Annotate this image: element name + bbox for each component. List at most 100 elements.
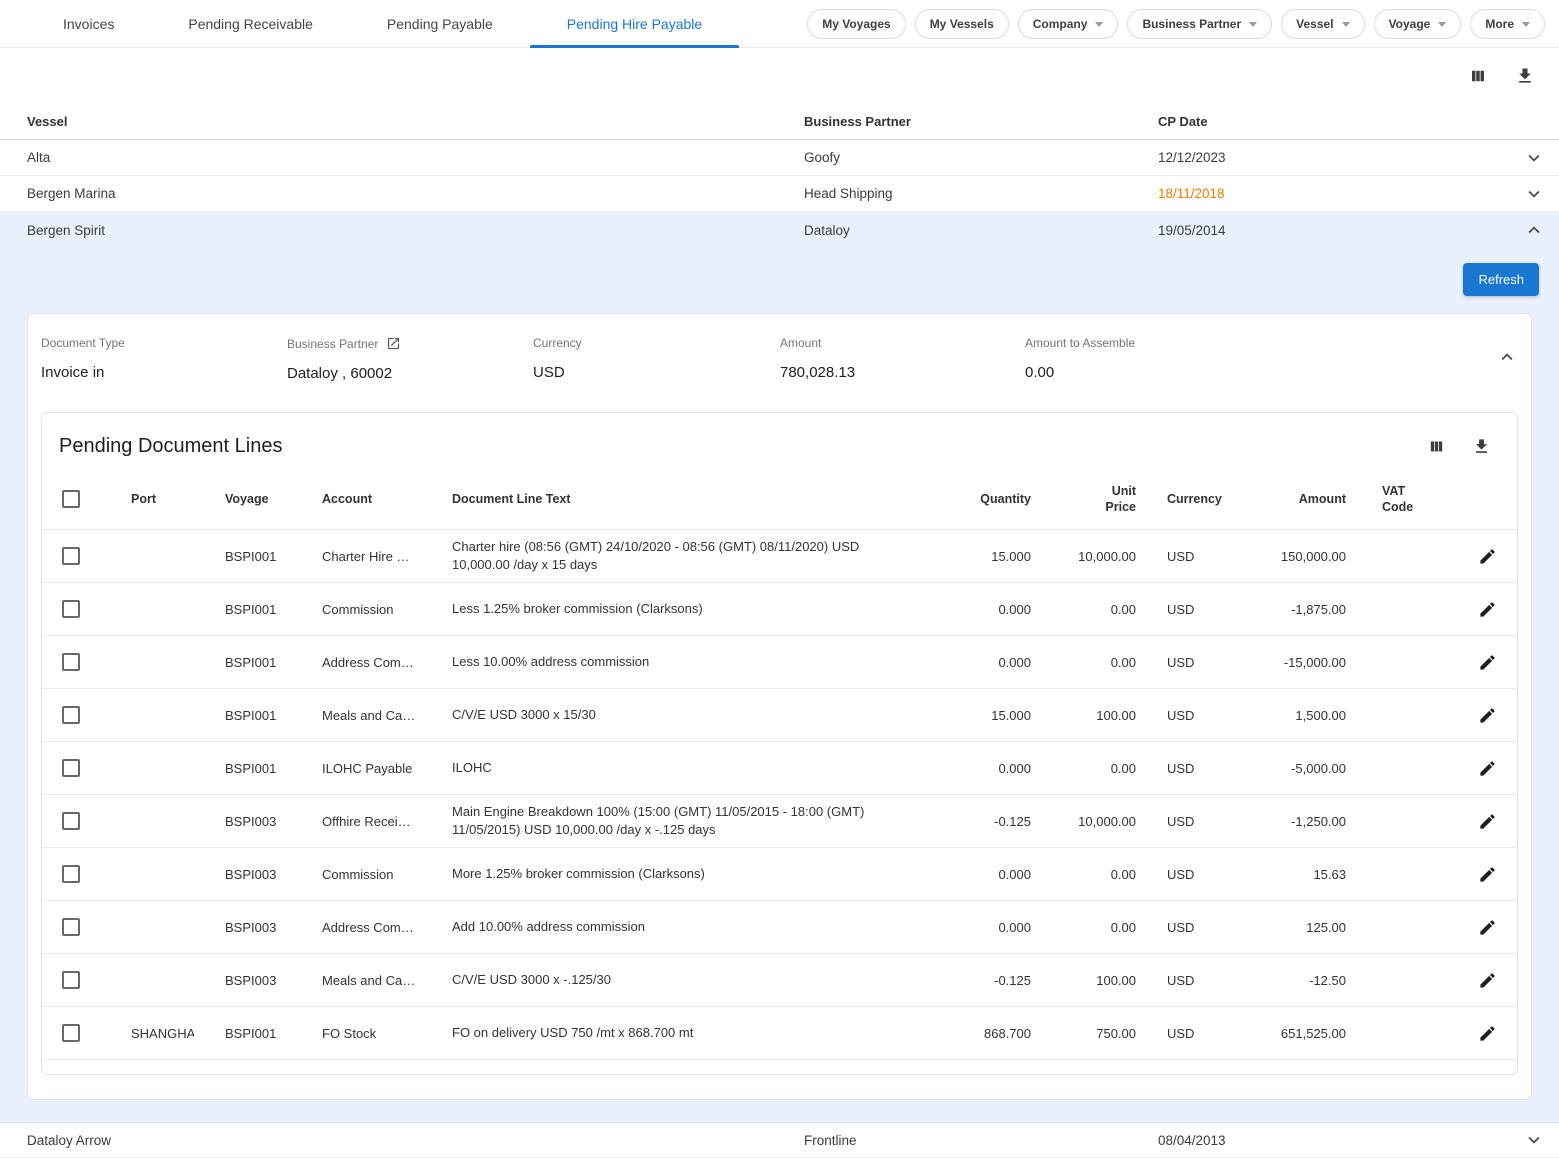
pending-lines-header: Pending Document Lines	[42, 413, 1517, 468]
pending-line-row: BSPI001 Charter Hire … Charter hire (08:…	[42, 530, 1517, 583]
edit-icon[interactable]	[1478, 971, 1497, 990]
business-partner-name: Head Shipping	[804, 186, 1158, 201]
pending-lines-body: BSPI001 Charter Hire … Charter hire (08:…	[42, 530, 1517, 1060]
unit-price-cell: 10,000.00	[1031, 549, 1136, 564]
account-cell: Meals and Cab…	[291, 973, 421, 988]
pending-line-row: BSPI003 Address Commi… Add 10.00% addres…	[42, 901, 1517, 954]
chevron-down-icon[interactable]	[1523, 1129, 1545, 1151]
row-checkbox[interactable]	[62, 812, 80, 830]
document-line-text-cell: FO on delivery USD 750 /mt x 868.700 mt	[421, 1024, 891, 1042]
port-cell: SHANGHAI	[100, 1026, 194, 1041]
chevron-down-icon	[1438, 22, 1446, 27]
cp-date: 19/05/2014	[1158, 223, 1507, 238]
select-all-checkbox[interactable]	[62, 490, 80, 508]
currency-cell: USD	[1136, 867, 1246, 882]
row-checkbox[interactable]	[62, 1024, 80, 1042]
amount-to-assemble-value: 0.00	[1025, 364, 1488, 381]
unit-price-cell: 10,000.00	[1031, 814, 1136, 829]
open-in-new-icon[interactable]	[386, 336, 401, 351]
filter-company[interactable]: Company	[1018, 9, 1119, 39]
tab-pending-receivable[interactable]: Pending Receivable	[151, 0, 350, 47]
document-line-text-cell: C/V/E USD 3000 x 15/30	[421, 706, 891, 724]
filter-my-vessels[interactable]: My Vessels	[915, 9, 1009, 39]
filter-vessel[interactable]: Vessel	[1281, 9, 1364, 39]
filter-voyage[interactable]: Voyage	[1374, 9, 1462, 39]
unit-price-cell: 0.00	[1031, 761, 1136, 776]
filter-more[interactable]: More	[1470, 9, 1545, 39]
document-line-text-cell: Add 10.00% address commission	[421, 918, 891, 936]
vessel-name: Dataloy Arrow	[27, 1133, 804, 1148]
quantity-cell: 0.000	[891, 655, 1031, 670]
filter-label: More	[1485, 17, 1514, 31]
row-checkbox[interactable]	[62, 759, 80, 777]
edit-icon[interactable]	[1478, 918, 1497, 937]
edit-icon[interactable]	[1478, 706, 1497, 725]
vessel-row-alta[interactable]: Alta Goofy 12/12/2023	[0, 140, 1559, 176]
amount-cell: 1,500.00	[1246, 708, 1378, 723]
currency-cell: USD	[1136, 973, 1246, 988]
tab-pending-hire-payable[interactable]: Pending Hire Payable	[530, 0, 739, 47]
table-toolbar	[0, 48, 1559, 104]
columns-icon[interactable]	[1428, 438, 1445, 455]
pending-line-row: BSPI003 Offhire Recei… Main Engine Break…	[42, 795, 1517, 848]
edit-icon[interactable]	[1478, 600, 1497, 619]
currency-cell: USD	[1136, 920, 1246, 935]
field-label: Amount	[780, 336, 821, 350]
edit-icon[interactable]	[1478, 812, 1497, 831]
chevron-down-icon[interactable]	[1523, 183, 1545, 205]
document-line-text-cell: More 1.25% broker commission (Clarksons)	[421, 865, 891, 883]
row-checkbox[interactable]	[62, 706, 80, 724]
header-vessel: Vessel	[27, 114, 804, 129]
header-business-partner: Business Partner	[804, 114, 1158, 129]
row-checkbox[interactable]	[62, 653, 80, 671]
columns-icon[interactable]	[1469, 67, 1487, 85]
amount-cell: -1,250.00	[1246, 814, 1378, 829]
refresh-button[interactable]: Refresh	[1463, 263, 1539, 296]
voyage-cell: BSPI001	[194, 761, 291, 776]
pending-line-row: BSPI003 Meals and Cab… C/V/E USD 3000 x …	[42, 954, 1517, 1007]
filter-bar: My Voyages My Vessels Company Business P…	[807, 0, 1545, 47]
currency-cell: USD	[1136, 549, 1246, 564]
pending-line-row: SHANGHAI BSPI001 FO Stock FO on delivery…	[42, 1007, 1517, 1060]
account-cell: FO Stock	[291, 1026, 421, 1041]
chevron-down-icon	[1522, 22, 1530, 27]
quantity-cell: 0.000	[891, 761, 1031, 776]
vessel-row-dataloy-arrow[interactable]: Dataloy Arrow Frontline 08/04/2013	[0, 1122, 1559, 1158]
collapse-document-icon[interactable]	[1496, 346, 1518, 368]
vessel-name: Bergen Marina	[27, 186, 804, 201]
pending-lines-title: Pending Document Lines	[59, 435, 282, 458]
pending-line-row: BSPI001 Address Commi… Less 10.00% addre…	[42, 636, 1517, 689]
row-checkbox[interactable]	[62, 971, 80, 989]
amount-cell: -12.50	[1246, 973, 1378, 988]
chevron-down-icon[interactable]	[1523, 147, 1545, 169]
download-icon[interactable]	[1472, 437, 1491, 456]
row-checkbox[interactable]	[62, 918, 80, 936]
pending-line-row: BSPI001 Meals and Cab… C/V/E USD 3000 x …	[42, 689, 1517, 742]
filter-label: Voyage	[1389, 17, 1431, 31]
refresh-bar: Refresh	[0, 248, 1559, 313]
field-label: Currency	[533, 336, 582, 350]
row-checkbox[interactable]	[62, 865, 80, 883]
pending-document-lines-card: Pending Document Lines Port V	[41, 412, 1518, 1075]
filter-business-partner[interactable]: Business Partner	[1127, 9, 1272, 39]
filter-my-voyages[interactable]: My Voyages	[807, 9, 905, 39]
tab-invoices[interactable]: Invoices	[26, 0, 151, 47]
unit-price-cell: 750.00	[1031, 1026, 1136, 1041]
edit-icon[interactable]	[1478, 1024, 1497, 1043]
row-checkbox[interactable]	[62, 600, 80, 618]
edit-icon[interactable]	[1478, 653, 1497, 672]
chevron-up-icon[interactable]	[1523, 219, 1545, 241]
currency-cell: USD	[1136, 708, 1246, 723]
edit-icon[interactable]	[1478, 759, 1497, 778]
vessel-row-bergen-marina[interactable]: Bergen Marina Head Shipping 18/11/2018	[0, 176, 1559, 212]
tab-pending-payable[interactable]: Pending Payable	[350, 0, 530, 47]
unit-price-cell: 100.00	[1031, 973, 1136, 988]
edit-icon[interactable]	[1478, 547, 1497, 566]
edit-icon[interactable]	[1478, 865, 1497, 884]
vessel-row-bergen-spirit[interactable]: Bergen Spirit Dataloy 19/05/2014	[0, 212, 1559, 248]
download-icon[interactable]	[1515, 66, 1535, 86]
voyage-cell: BSPI003	[194, 973, 291, 988]
voyage-cell: BSPI003	[194, 867, 291, 882]
row-checkbox[interactable]	[62, 547, 80, 565]
pending-line-row: BSPI001 ILOHC Payable ILOHC 0.000 0.00 U…	[42, 742, 1517, 795]
